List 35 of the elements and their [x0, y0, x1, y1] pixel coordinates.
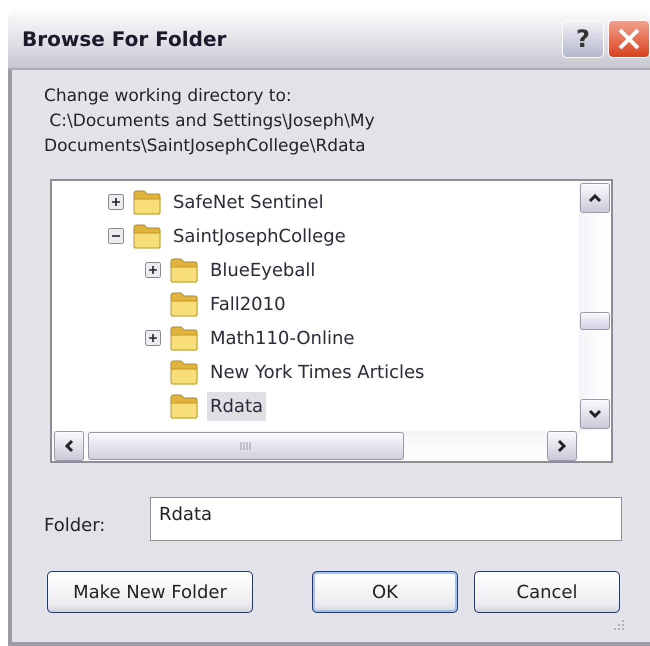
description-text: Change working directory to: C:\Documents and Settings\Joseph\My Documents\SaintJosephCollege\Rdata: [44, 85, 376, 158]
folder-icon: [132, 223, 162, 249]
scroll-thumb[interactable]: [88, 432, 404, 460]
scroll-left-button[interactable]: [54, 431, 84, 461]
field-label: Folder:: [44, 514, 106, 538]
expand-icon[interactable]: [108, 194, 124, 210]
close-icon: [616, 26, 642, 52]
tree-item[interactable]: Fall2010: [207, 290, 289, 318]
collapse-icon[interactable]: [108, 228, 124, 244]
dialog-button[interactable]: OK: [312, 571, 458, 613]
scroll-up-button[interactable]: [580, 183, 610, 213]
help-button[interactable]: ?: [562, 20, 604, 58]
resize-grip-icon: [612, 618, 626, 632]
folder-field[interactable]: Rdata: [150, 497, 622, 541]
tree-item[interactable]: New York Times Articles: [207, 358, 428, 386]
folder-icon: [169, 325, 199, 351]
expand-icon[interactable]: [145, 262, 161, 278]
tree-item[interactable]: Math110-Online: [207, 324, 358, 352]
tree-item[interactable]: SafeNet Sentinel: [170, 188, 327, 216]
folder-icon: [132, 189, 162, 215]
scroll-down-button[interactable]: [580, 399, 610, 429]
tree-item[interactable]: SaintJosephCollege: [170, 222, 349, 250]
close-button[interactable]: [608, 20, 650, 58]
window-title: Browse For Folder: [22, 26, 228, 53]
folder-icon: [169, 393, 199, 419]
folder-icon: [169, 291, 199, 317]
folder-icon: [169, 257, 199, 283]
tree-item[interactable]: Rdata: [207, 392, 266, 420]
dialog-button[interactable]: Cancel: [474, 571, 620, 613]
scroll-thumb[interactable]: [580, 312, 610, 330]
tree-item[interactable]: BlueEyeball: [207, 256, 318, 284]
dialog-button[interactable]: Make New Folder: [47, 571, 253, 613]
folder-icon: [169, 359, 199, 385]
expand-icon[interactable]: [145, 330, 161, 346]
scroll-right-button[interactable]: [547, 431, 577, 461]
